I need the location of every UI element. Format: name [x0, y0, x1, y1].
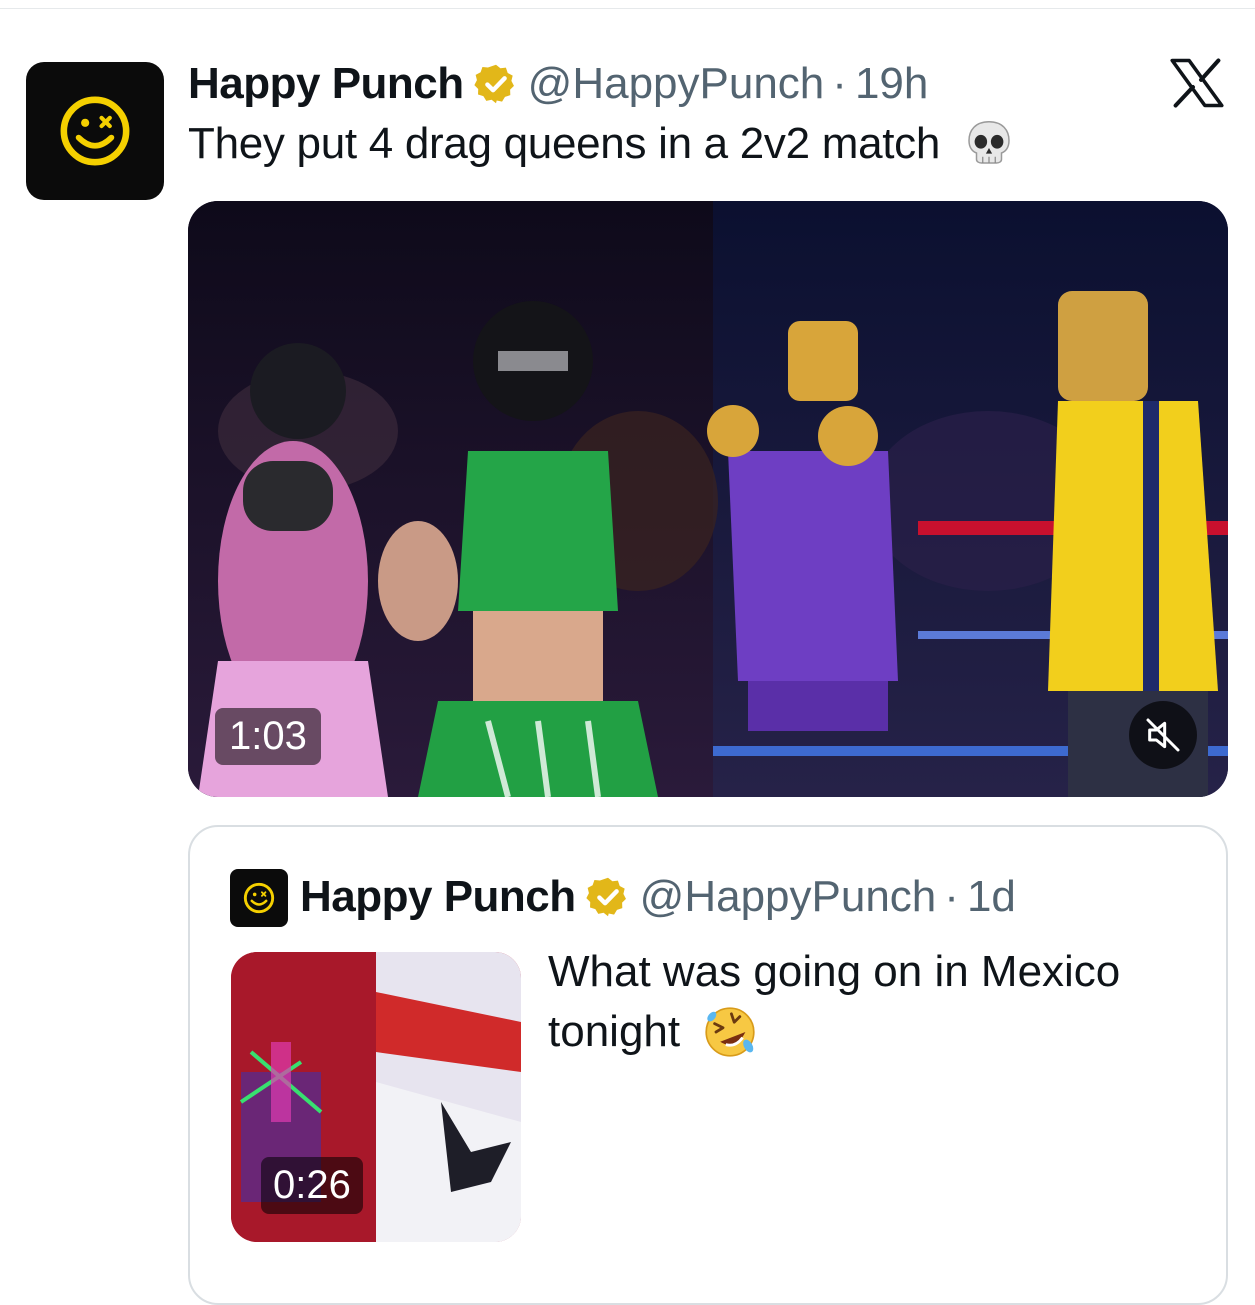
separator-dot: · [944, 872, 959, 921]
quote-body: What was going on in Mexico tonight [548, 947, 1121, 1056]
handle[interactable]: @HappyPunch [528, 59, 825, 109]
quote-display-name[interactable]: Happy Punch [300, 872, 576, 922]
video-frame [188, 201, 1228, 797]
top-divider [0, 8, 1255, 9]
quote-handle[interactable]: @HappyPunch [640, 872, 937, 922]
display-name[interactable]: Happy Punch [188, 59, 464, 109]
smiley-logo-icon [243, 882, 275, 914]
quote-header: Happy Punch @HappyPunch · 1d [300, 867, 1016, 927]
avatar[interactable] [26, 62, 164, 200]
tweet-body: They put 4 drag queens in a 2v2 match [188, 119, 941, 168]
rolling-on-floor-laughing-emoji-icon [705, 1007, 755, 1057]
timestamp[interactable]: 19h [855, 59, 928, 109]
quote-video-duration: 0:26 [261, 1157, 363, 1214]
volume-muted-icon [1146, 718, 1180, 752]
mute-button[interactable] [1129, 701, 1197, 769]
separator-dot: · [832, 59, 847, 108]
quoted-tweet[interactable]: Happy Punch @HappyPunch · 1d 0:26 What w… [188, 825, 1228, 1305]
video-player[interactable]: 1:03 [188, 201, 1228, 797]
quote-video-thumbnail[interactable]: 0:26 [231, 952, 521, 1242]
verified-badge-icon [586, 877, 626, 917]
quote-text: What was going on in Mexico tonight [548, 942, 1188, 1062]
quote-timestamp[interactable]: 1d [967, 872, 1016, 922]
tweet-text: They put 4 drag queens in a 2v2 match [188, 118, 1014, 169]
verified-badge-icon [474, 64, 514, 104]
x-logo-icon[interactable] [1170, 58, 1224, 108]
tweet-header: Happy Punch @HappyPunch · 19h [188, 56, 928, 112]
quote-avatar[interactable] [230, 869, 288, 927]
video-duration: 1:03 [215, 708, 321, 765]
skull-emoji-icon [968, 120, 1010, 164]
smiley-logo-icon [60, 96, 130, 166]
